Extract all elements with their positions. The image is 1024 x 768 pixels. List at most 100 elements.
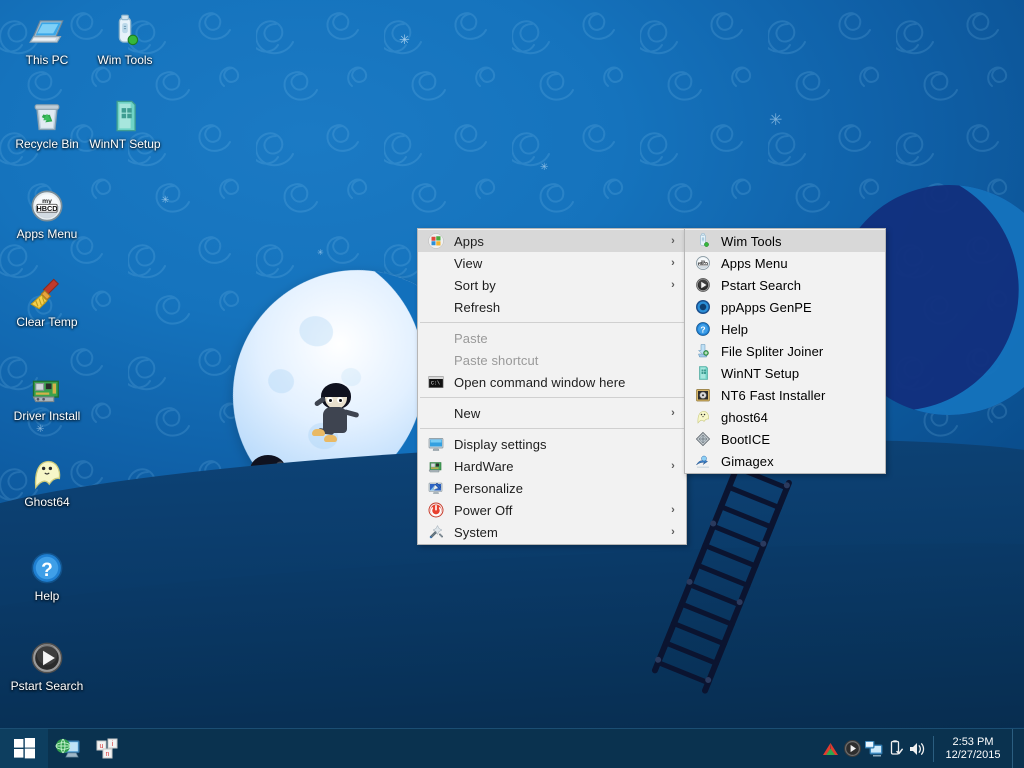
tray-red-green-triangle-icon[interactable]	[819, 729, 841, 768]
apps-submenu-item-gimagex[interactable]: Gimagex	[685, 450, 885, 472]
bootice-diamond-icon	[694, 431, 712, 447]
desktop-icon-this-pc[interactable]: This PC	[8, 8, 86, 67]
menu-item-label: Apps	[454, 233, 485, 249]
desktop-icon-pstart-search[interactable]: Pstart Search	[8, 634, 86, 693]
svg-text:HBCD: HBCD	[36, 204, 57, 213]
hbcd-badge-icon: myHBCD	[8, 182, 86, 224]
apps-submenu-item-bootice[interactable]: BootICE	[685, 428, 885, 450]
apps-submenu-item-ppapps-genpe[interactable]: ppApps GenPE	[685, 296, 885, 318]
context-menu-item-paste: Paste	[418, 327, 686, 349]
apps-submenu-item-file-spliter-joiner[interactable]: File Spliter Joiner	[685, 340, 885, 362]
desktop-context-menu[interactable]: Apps › View › Sort by › Refresh Paste Paste shor…	[417, 228, 687, 545]
menu-item-label: Refresh	[454, 299, 501, 315]
recycle-bin-icon	[34, 104, 60, 131]
menu-item-label: Paste shortcut	[454, 352, 539, 368]
taskbar-task-uin[interactable]: u i n	[88, 729, 128, 768]
bootice-diamond-icon	[695, 431, 711, 447]
menu-item-label: NT6 Fast Installer	[721, 387, 826, 403]
help-question-icon: ?	[694, 321, 712, 337]
tray-volume-icon[interactable]	[907, 729, 929, 768]
context-menu-item-display-settings[interactable]: Display settings	[418, 433, 686, 455]
desktop-icon-label: Recycle Bin	[15, 137, 79, 151]
expansion-card-icon	[32, 380, 59, 403]
expansion-card-icon	[8, 364, 86, 406]
apps-submenu[interactable]: Wim Tools my HBCD Apps Menu Pstart Search ppA…	[684, 228, 886, 474]
context-menu-item-paste-shortcut: Paste shortcut	[418, 349, 686, 371]
personalize-brush-icon	[427, 480, 445, 496]
apps-submenu-item-apps-menu[interactable]: my HBCD Apps Menu	[685, 252, 885, 274]
taskbar-task-internet[interactable]	[48, 729, 88, 768]
context-menu-item-apps[interactable]: Apps ›	[418, 230, 686, 252]
taskbar-clock[interactable]: 2:53 PM 12/27/2015	[936, 736, 1012, 762]
menu-item-label: ghost64	[721, 409, 768, 425]
play-circle-icon	[8, 634, 86, 676]
apps-submenu-item-ghost64[interactable]: ghost64	[685, 406, 885, 428]
power-off-icon	[427, 502, 445, 518]
desktop-icon-help[interactable]: ? Help	[8, 544, 86, 603]
ghost-icon	[8, 450, 86, 492]
submenu-arrow-icon: ›	[671, 526, 675, 538]
context-menu-item-new[interactable]: New ›	[418, 402, 686, 424]
play-circle-icon	[694, 277, 712, 293]
menu-item-label: Sort by	[454, 277, 496, 293]
svg-text:C:\: C:\	[431, 381, 440, 387]
computer-icon	[8, 8, 86, 50]
apps-submenu-item-pstart-search[interactable]: Pstart Search	[685, 274, 885, 296]
play-circle-icon	[31, 642, 63, 674]
hbcd-badge-icon: myHBCD	[696, 256, 710, 270]
taskbar[interactable]: u i n 2:53 PM 12/27/2015	[0, 728, 1024, 768]
context-menu-item-hardware[interactable]: HardWare ›	[418, 455, 686, 477]
computer-icon	[29, 20, 64, 43]
help-question-icon: ?	[31, 552, 63, 584]
context-menu-item-open-command-window-here[interactable]: C:\ Open command window here	[418, 371, 686, 393]
context-menu-item-system[interactable]: System ›	[418, 521, 686, 543]
apps-submenu-item-wim-tools[interactable]: Wim Tools	[685, 230, 885, 252]
monitor-icon	[427, 436, 445, 452]
submenu-arrow-icon: ›	[671, 504, 675, 516]
apps-submenu-item-help[interactable]: ? Help	[685, 318, 885, 340]
menu-item-label: Help	[721, 321, 749, 337]
installer-box-icon	[694, 387, 712, 403]
desktop-icon-clear-temp[interactable]: Clear Temp	[8, 270, 86, 329]
desktop-icon-ghost64[interactable]: Ghost64	[8, 450, 86, 509]
desktop-icon-recycle-bin[interactable]: Recycle Bin	[8, 92, 86, 151]
desktop-icon-wim-tools[interactable]: Wim Tools	[86, 8, 164, 67]
help-question-icon: ?	[8, 544, 86, 586]
svg-text:HBCD: HBCD	[698, 262, 708, 266]
show-desktop-button[interactable]	[1012, 728, 1020, 768]
context-menu-item-personalize[interactable]: Personalize	[418, 477, 686, 499]
tray-play-circle-icon[interactable]	[841, 729, 863, 768]
submenu-arrow-icon: ›	[671, 407, 675, 419]
setup-disc-icon	[699, 366, 708, 380]
tray-usb-eject-icon[interactable]	[885, 729, 907, 768]
apps-submenu-item-winnt-setup[interactable]: WinNT Setup	[685, 362, 885, 384]
command-prompt-icon: C:\	[428, 376, 444, 388]
desktop-icon-label: WinNT Setup	[89, 137, 161, 151]
context-menu-item-view[interactable]: View ›	[418, 252, 686, 274]
context-menu-item-power-off[interactable]: Power Off ›	[418, 499, 686, 521]
submenu-arrow-icon: ›	[671, 460, 675, 472]
submenu-arrow-icon: ›	[671, 279, 675, 291]
recycle-bin-icon	[8, 92, 86, 134]
menu-separator	[420, 397, 684, 398]
setup-disc-icon	[116, 100, 136, 132]
clock-time: 2:53 PM	[952, 735, 994, 748]
desktop-icon-apps-menu[interactable]: my HBCD Apps Menu	[8, 182, 86, 241]
context-menu-item-sort-by[interactable]: Sort by ›	[418, 274, 686, 296]
start-button[interactable]	[0, 728, 48, 768]
svg-text:?: ?	[700, 325, 705, 335]
context-menu-item-refresh[interactable]: Refresh	[418, 296, 686, 318]
setup-disc-icon	[86, 92, 164, 134]
menu-item-label: Apps Menu	[721, 255, 788, 271]
apps-submenu-item-nt6-fast-installer[interactable]: NT6 Fast Installer	[685, 384, 885, 406]
desktop-icon-winnt-setup[interactable]: WinNT Setup	[86, 92, 164, 151]
system-tray[interactable]: 2:53 PM 12/27/2015	[819, 728, 1024, 768]
desktop-icon-driver-install[interactable]: Driver Install	[8, 364, 86, 423]
submenu-arrow-icon: ›	[671, 235, 675, 247]
setup-disc-icon	[694, 365, 712, 381]
hardware-card-icon	[428, 462, 442, 473]
broom-icon	[30, 278, 60, 310]
menu-item-label: Gimagex	[721, 453, 774, 469]
menu-item-label: Open command window here	[454, 374, 626, 390]
tray-network-icon[interactable]	[863, 729, 885, 768]
